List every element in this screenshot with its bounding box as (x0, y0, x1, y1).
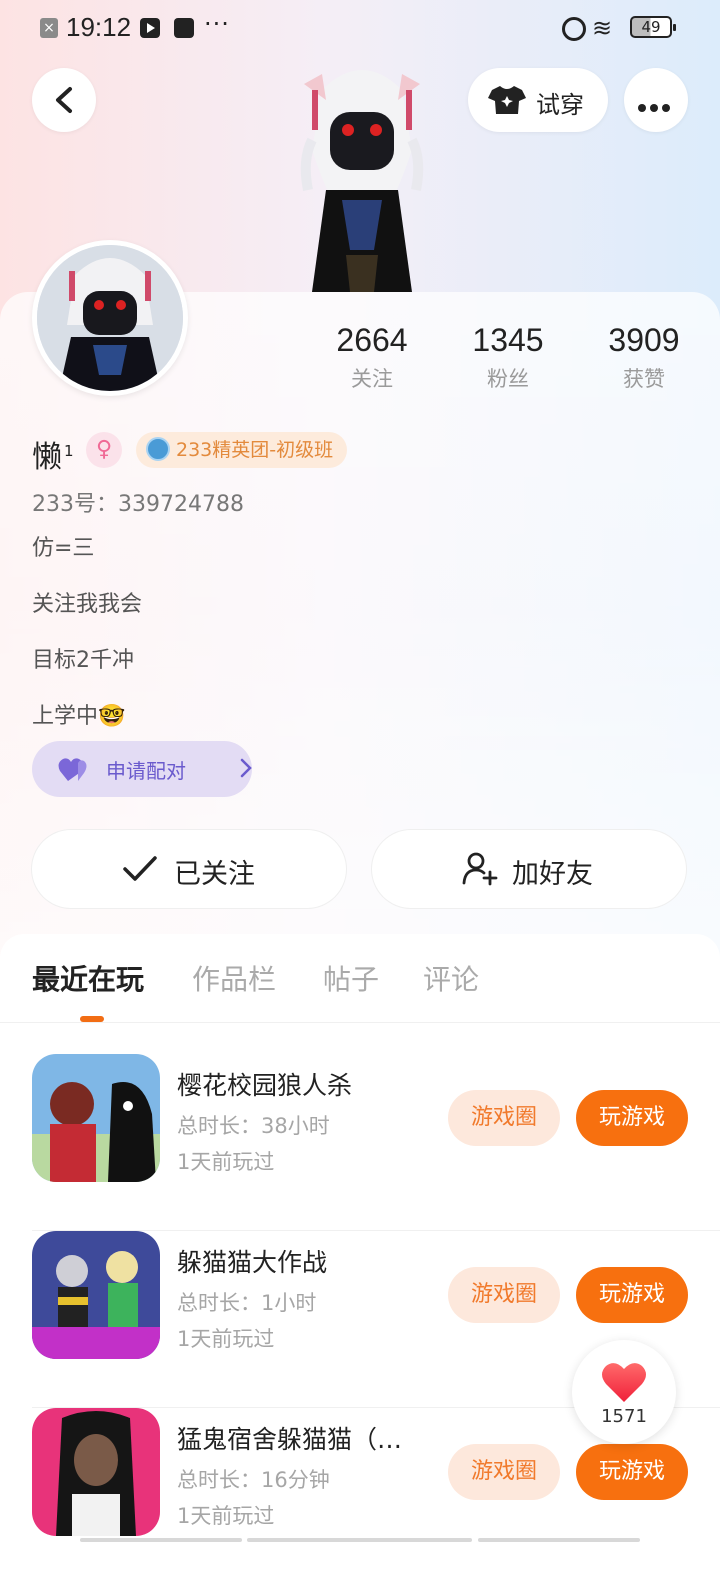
try-on-label: 试穿 (536, 91, 584, 119)
apply-pair-button[interactable]: 申请配对 (32, 741, 252, 797)
scroll-indicator (80, 1538, 242, 1542)
more-notifications-icon: ··· (204, 10, 230, 38)
message-app-icon (174, 18, 194, 38)
stat-fans[interactable]: 1345 粉丝 (448, 322, 568, 393)
tab-posts[interactable]: 帖子 (323, 958, 379, 998)
wifi-icon: ≋ (592, 14, 613, 42)
game-title: 躲猫猫大作战 (177, 1248, 328, 1277)
group-badge[interactable]: 233精英团-初级班 (136, 432, 348, 468)
followed-button[interactable]: 已关注 (32, 830, 346, 908)
bio-line: 上学中🤓 (32, 704, 126, 729)
fans-count: 1345 (472, 322, 544, 358)
alarm-icon (562, 17, 586, 41)
tabs-divider (0, 1022, 720, 1023)
game-title: 猛鬼宿舍躲猫猫（… (177, 1425, 403, 1454)
game-title: 樱花校园狼人杀 (177, 1071, 353, 1100)
tab-works[interactable]: 作品栏 (192, 958, 276, 998)
tab-comments[interactable]: 评论 (423, 958, 479, 998)
heart-icon (602, 1363, 646, 1402)
likes-count: 3909 (608, 322, 680, 358)
stat-likes[interactable]: 3909 获赞 (584, 322, 704, 393)
play-game-button[interactable]: 玩游戏 (576, 1444, 688, 1500)
fans-label: 粉丝 (487, 367, 529, 391)
like-count: 1571 (601, 1406, 647, 1427)
apply-pair-label: 申请配对 (106, 759, 186, 783)
battery-icon: 49 (630, 16, 676, 38)
followed-label: 已关注 (174, 859, 255, 890)
close-notification-icon: × (40, 18, 58, 38)
like-button[interactable]: 1571 (572, 1340, 676, 1444)
bio-line: 目标2千冲 (32, 648, 134, 673)
badge-text: 233精英团-初级班 (176, 439, 334, 461)
game-last-played: 1天前玩过 (177, 1150, 275, 1174)
back-button[interactable] (32, 68, 96, 132)
following-count: 2664 (336, 322, 408, 358)
user-name-text: 懒 (32, 440, 62, 475)
badge-gem-icon (146, 437, 170, 461)
game-thumbnail[interactable] (32, 1054, 160, 1182)
game-duration: 总时长：1小时 (177, 1291, 317, 1315)
game-duration: 总时长：38小时 (177, 1114, 330, 1138)
bio-line: 关注我我会 (32, 592, 143, 617)
following-label: 关注 (351, 367, 393, 391)
avatar-image (37, 245, 183, 391)
scroll-indicator (478, 1538, 640, 1542)
female-gender-icon: ♀ (86, 432, 122, 468)
tshirt-icon (488, 86, 526, 114)
status-time: 19:12 (66, 12, 132, 42)
character-avatar-figure (300, 70, 424, 292)
tab-recent-play[interactable]: 最近在玩 (32, 958, 144, 998)
double-heart-icon (58, 758, 87, 781)
scroll-indicator (247, 1538, 472, 1542)
more-options-button[interactable] (624, 68, 688, 132)
user-name: 懒1 (32, 432, 74, 476)
play-game-button[interactable]: 玩游戏 (576, 1090, 688, 1146)
game-circle-button[interactable]: 游戏圈 (448, 1090, 560, 1146)
avatar[interactable] (32, 240, 188, 396)
add-friend-icon (462, 852, 498, 886)
game-last-played: 1天前玩过 (177, 1327, 275, 1351)
bio-line: 仿=三 (32, 536, 95, 561)
likes-label: 获赞 (623, 367, 665, 391)
game-duration: 总时长：16分钟 (177, 1468, 330, 1492)
user-name-sup: 1 (64, 442, 74, 460)
game-thumbnail[interactable] (32, 1408, 160, 1536)
checkmark-icon (123, 856, 157, 881)
game-thumbnail[interactable] (32, 1231, 160, 1359)
more-dots-icon (638, 97, 674, 116)
media-app-icon (140, 18, 160, 38)
game-last-played: 1天前玩过 (177, 1504, 275, 1528)
game-circle-button[interactable]: 游戏圈 (448, 1267, 560, 1323)
game-circle-button[interactable]: 游戏圈 (448, 1444, 560, 1500)
add-friend-label: 加好友 (512, 859, 593, 890)
try-on-button[interactable]: 试穿 (468, 68, 608, 132)
list-item[interactable]: 樱花校园狼人杀 总时长：38小时 1天前玩过 游戏圈 玩游戏 (0, 1054, 720, 1231)
status-bar: × 19:12 ··· ≋ 49 (0, 0, 720, 56)
stat-following[interactable]: 2664 关注 (312, 322, 432, 393)
back-chevron-icon (56, 87, 72, 113)
chevron-right-icon (240, 758, 252, 778)
add-friend-button[interactable]: 加好友 (372, 830, 686, 908)
play-game-button[interactable]: 玩游戏 (576, 1267, 688, 1323)
user-id: 233号：339724788 (32, 492, 244, 517)
